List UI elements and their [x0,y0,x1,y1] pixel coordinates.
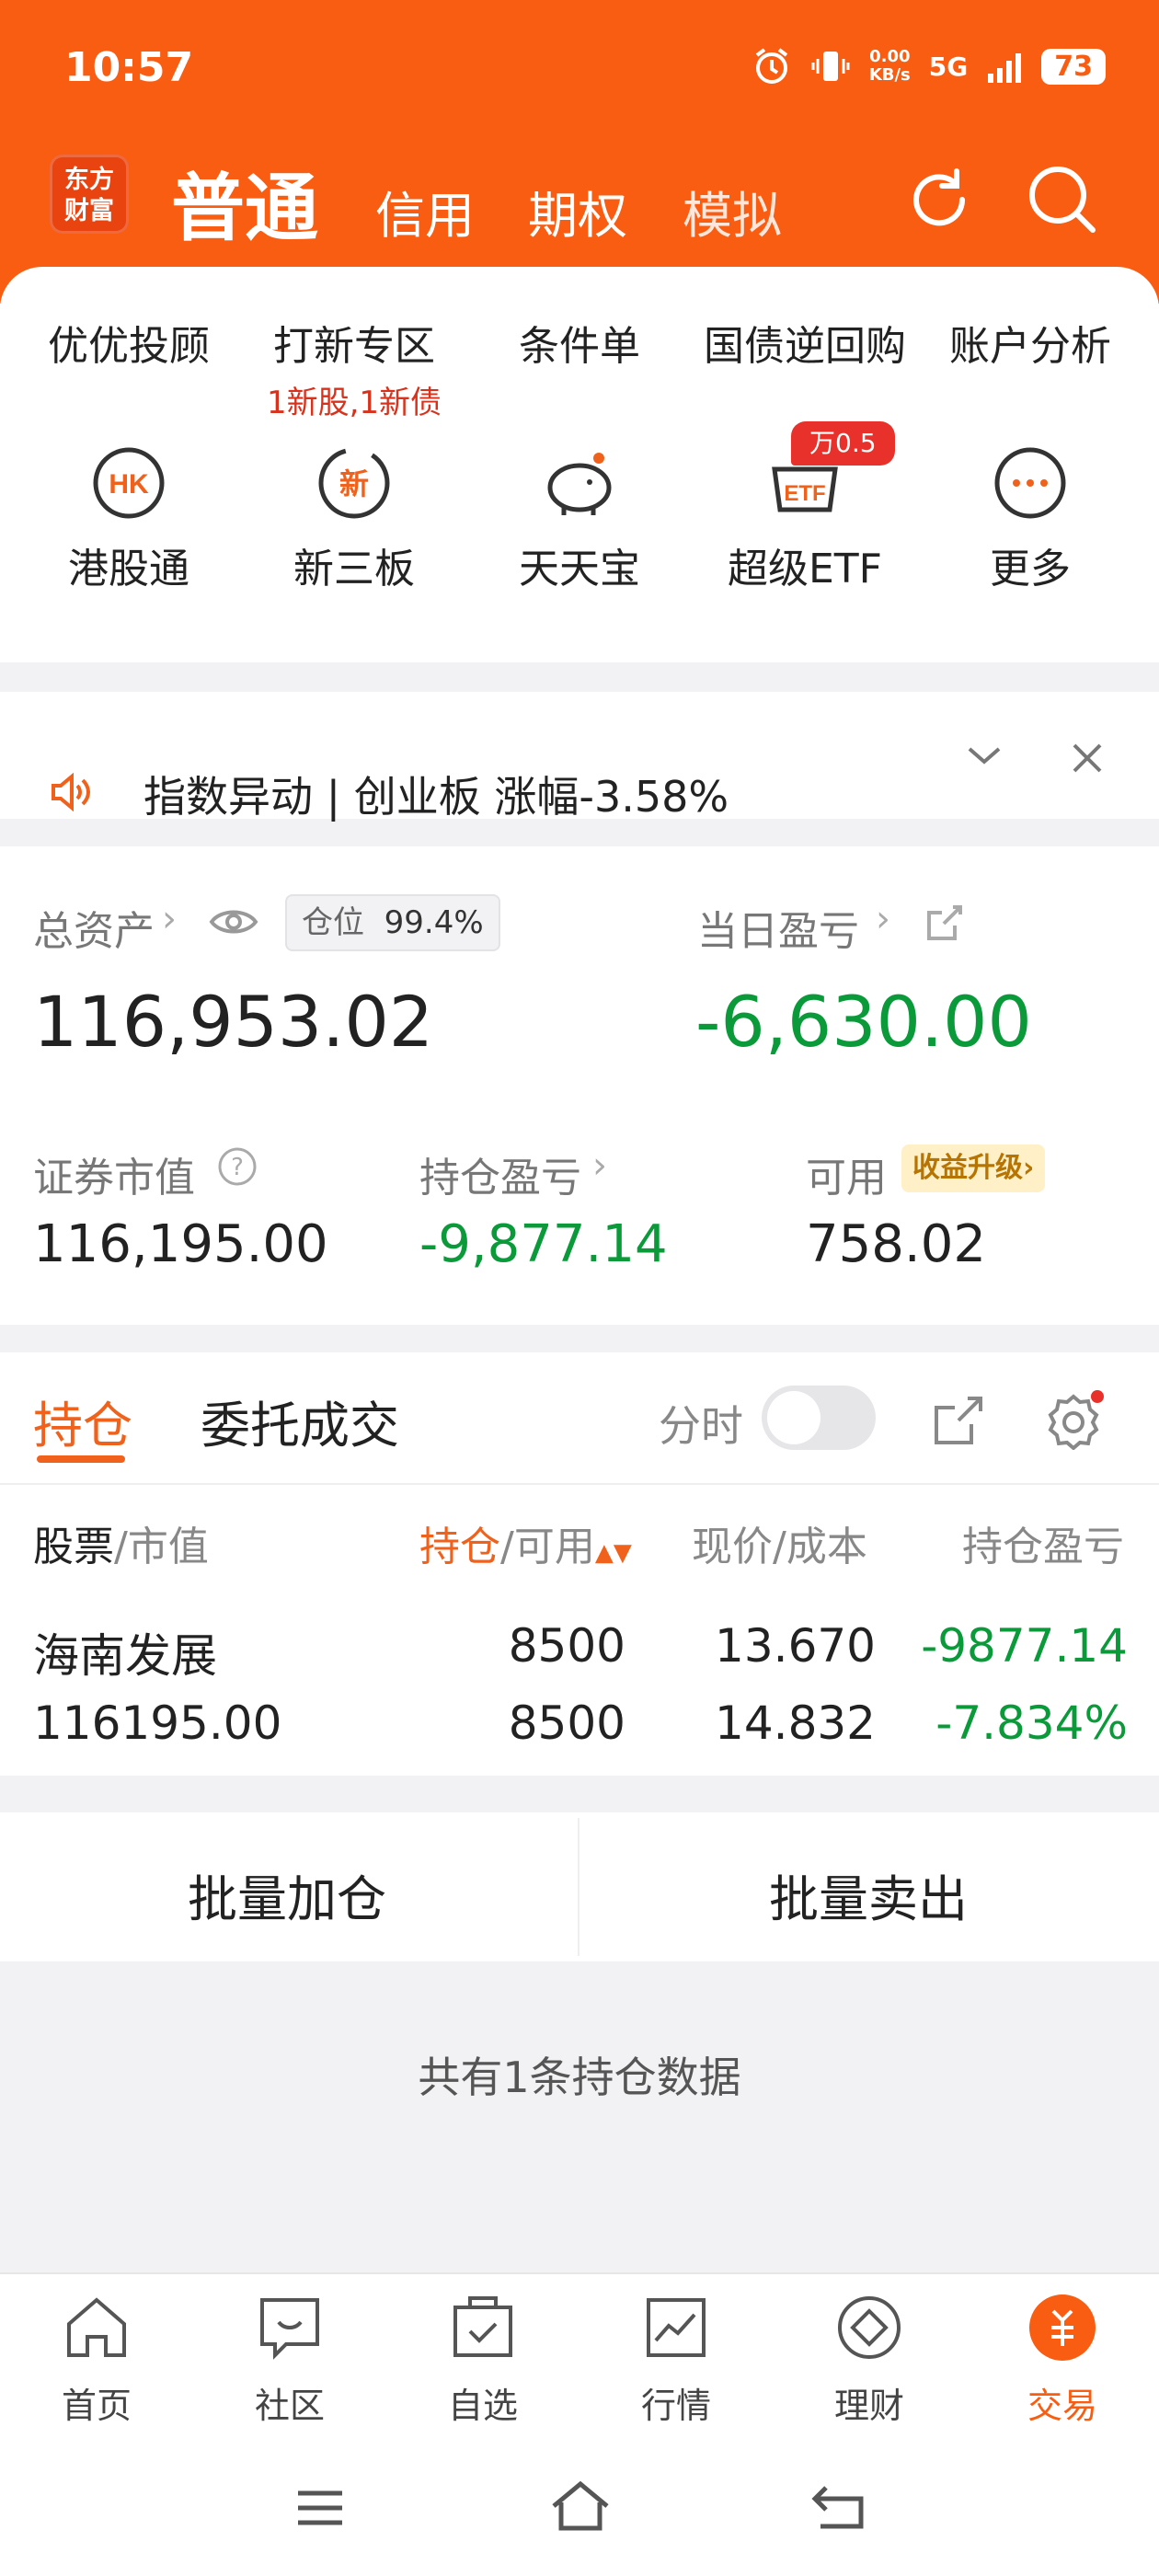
upgrade-badge[interactable]: 收益升级› [901,1144,1046,1192]
trade-icon [1029,2294,1096,2361]
header-stock-mv[interactable]: 股票/市值 [33,1513,209,1572]
stock-name: 海南发展 [33,1629,217,1683]
stock-price: 13.670 [715,1619,876,1673]
menu-ipo-zone[interactable]: 打新专区 1新股,1新债 [238,313,470,422]
available-label: 可用 [806,1155,887,1202]
menu-new-third-board[interactable]: 新 新三板 [238,442,470,594]
batch-add-button[interactable]: 批量加仓 [188,1858,386,1931]
nav-watchlist[interactable]: 自选 [386,2291,580,2428]
status-bar-icons: 0.00 KB/s 5G 73 [752,46,1106,86]
chevron-right-icon[interactable]: › [592,1144,607,1187]
system-nav-bar [0,2440,1159,2576]
app-logo: 东方 财富 [50,155,129,234]
menu-condition-order[interactable]: 条件单 [464,313,695,372]
tab-holdings[interactable]: 持仓 [33,1385,132,1457]
intraday-label: 分时 [659,1401,743,1451]
svg-text:HK: HK [109,469,149,500]
active-tab-indicator [37,1455,125,1463]
menu-icon[interactable] [293,2480,348,2536]
signal-label: 5G [928,51,969,82]
divider [0,1483,1159,1485]
stock-market-value: 116195.00 [33,1696,282,1750]
app-header: 10:57 0.00 KB/s 5G 73 东方 财富 普通 信用 期权 模拟 [0,0,1159,304]
index-alert-text[interactable]: 指数异动 | 创业板 涨幅-3.58% [143,764,729,824]
menu-reverse-repo[interactable]: 国债逆回购 [689,313,921,372]
chat-icon [260,2298,319,2360]
alarm-icon [755,48,788,84]
total-assets-label[interactable]: 总资产 [33,898,155,957]
divider [578,1818,580,1956]
back-icon[interactable] [808,2478,868,2534]
batch-sell-button[interactable]: 批量卖出 [769,1858,968,1931]
piggy-bank-icon [547,453,612,515]
menu-account-analysis[interactable]: 账户分析 [914,313,1146,372]
nav-wealth[interactable]: 理财 [773,2291,966,2428]
holdings-count-note: 共有1条持仓数据 [418,2053,741,2102]
tab-simulation[interactable]: 模拟 [683,175,782,247]
market-value: 116,195.00 [33,1214,328,1274]
svg-text:?: ? [231,1154,244,1181]
holding-pl-label[interactable]: 持仓盈亏 [419,1144,581,1203]
speaker-icon [52,772,90,812]
home-button-icon[interactable] [548,2477,613,2536]
etf-fee-badge: 万0.5 [791,421,895,466]
stock-available: 8500 [508,1696,625,1750]
status-time: 10:57 [64,44,194,91]
vibrate-icon [811,52,850,81]
svg-text:ETF: ETF [784,481,825,506]
help-icon[interactable]: ? [217,1146,258,1187]
nav-home[interactable]: 首页 [0,2291,193,2428]
new-board-icon: 新 [318,447,390,519]
tab-orders-trades[interactable]: 委托成交 [201,1385,399,1457]
chevron-right-icon[interactable]: › [876,898,890,940]
stock-pl-percent: -7.834% [935,1696,1128,1750]
ipo-count-hint: 1新股,1新债 [266,385,442,421]
stock-cost: 14.832 [715,1696,876,1750]
chevron-down-icon[interactable] [966,742,1003,769]
tab-normal[interactable]: 普通 [171,149,318,256]
svg-text:新: 新 [339,466,369,501]
hk-icon: HK [93,447,165,519]
menu-hk-connect[interactable]: HK 港股通 [13,442,245,594]
sort-icon: ▲▼ [594,1539,632,1567]
battery-indicator: 73 [1041,48,1106,85]
nav-community[interactable]: 社区 [193,2291,386,2428]
diamond-icon [838,2296,901,2359]
nav-market[interactable]: 行情 [580,2291,773,2428]
stock-position: 8500 [508,1619,625,1673]
refresh-icon[interactable] [898,158,981,241]
menu-more[interactable]: 更多 [914,442,1146,594]
share-out-icon[interactable] [925,903,964,942]
export-icon[interactable] [931,1393,986,1448]
total-assets-value: 116,953.02 [33,981,434,1063]
chevron-right-icon[interactable]: › [162,898,177,940]
holding-pl-value: -9,877.14 [419,1214,668,1274]
nav-trade[interactable]: 交易 [966,2291,1159,2428]
search-icon[interactable] [1021,158,1104,241]
daily-pl-label[interactable]: 当日盈亏 [697,898,859,957]
tab-credit[interactable]: 信用 [375,175,475,247]
position-ratio-badge: 仓位 99.4% [285,894,500,951]
menu-tiantianbao[interactable]: 天天宝 [464,442,695,594]
header-holding-pl[interactable]: 持仓盈亏 [962,1513,1146,1572]
menu-youyou-advisor[interactable]: 优优投顾 [13,313,245,372]
chart-icon [647,2298,706,2357]
gear-icon[interactable] [1043,1389,1104,1450]
watchlist-icon [453,2296,512,2357]
batch-actions [0,1812,1159,1961]
daily-pl-value: -6,630.00 [695,981,1032,1063]
home-icon [67,2297,126,2357]
more-dots-icon [994,447,1066,519]
net-speed: 0.00 KB/s [868,47,911,85]
available-value: 758.02 [806,1214,986,1274]
market-value-label: 证券市值 [33,1155,195,1202]
tab-options[interactable]: 期权 [528,175,627,247]
intraday-toggle[interactable] [762,1386,876,1450]
close-icon[interactable] [1069,740,1106,776]
signal-icon [988,53,1022,83]
eye-icon[interactable] [208,903,259,940]
header-position-available[interactable]: 持仓/可用▲▼ [419,1513,632,1572]
stock-pl: -9877.14 [921,1619,1128,1673]
header-price-cost[interactable]: 现价/成本 [692,1513,867,1572]
